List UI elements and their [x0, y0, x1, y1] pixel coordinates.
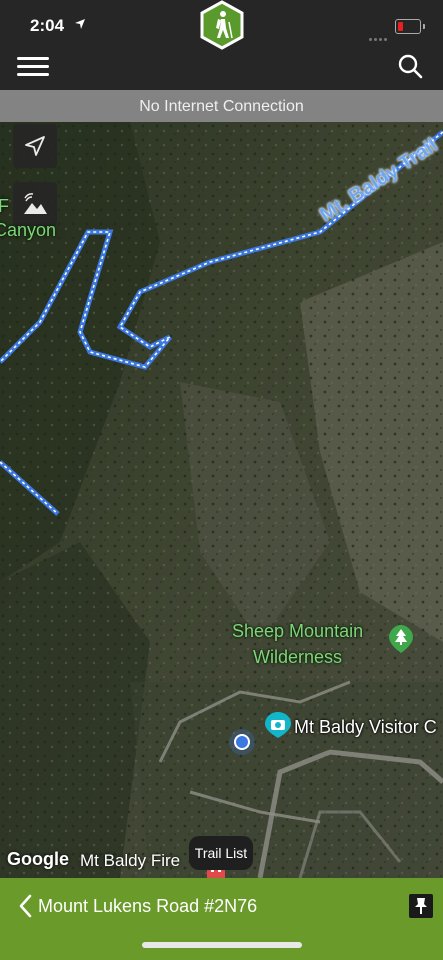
signal-dots-icon	[369, 28, 391, 41]
battery-low-icon	[395, 19, 425, 34]
pin-button[interactable]	[409, 894, 433, 918]
offline-banner: No Internet Connection	[0, 90, 443, 122]
map-label-sheep-mountain: Sheep Mountain Wilderness	[232, 621, 364, 667]
home-indicator	[142, 942, 302, 948]
bottom-trail-bar: Mount Lukens Road #2N76	[0, 878, 443, 960]
map-view[interactable]: F Canyon Mt. Baldy Trail Sheep Mountain …	[0, 122, 443, 878]
map-label-fire-station: Mt Baldy Fire	[80, 851, 181, 870]
camera-icon	[265, 712, 291, 738]
google-watermark: Google	[7, 849, 69, 869]
status-time: 2:04	[30, 16, 65, 35]
location-arrow-icon	[75, 19, 85, 29]
navigation-arrow-icon	[25, 136, 45, 156]
app-header	[0, 48, 443, 90]
map-label-fragment: F	[0, 196, 9, 216]
navigate-button[interactable]	[13, 124, 57, 168]
menu-button[interactable]	[17, 54, 49, 82]
tree-icon	[389, 625, 413, 653]
pin-icon	[415, 898, 427, 914]
hiker-logo-icon	[200, 0, 244, 50]
chevron-left-icon[interactable]	[18, 894, 32, 918]
satellite-terrain	[0, 122, 443, 878]
current-location-icon	[229, 729, 255, 755]
trail-name[interactable]: Mount Lukens Road #2N76	[38, 896, 257, 917]
map-label-canyon: Canyon	[0, 220, 57, 240]
trail-list-button[interactable]: Trail List	[189, 836, 253, 870]
search-icon[interactable]	[396, 52, 424, 80]
map-label-visitor-center: Mt Baldy Visitor C	[294, 717, 437, 737]
